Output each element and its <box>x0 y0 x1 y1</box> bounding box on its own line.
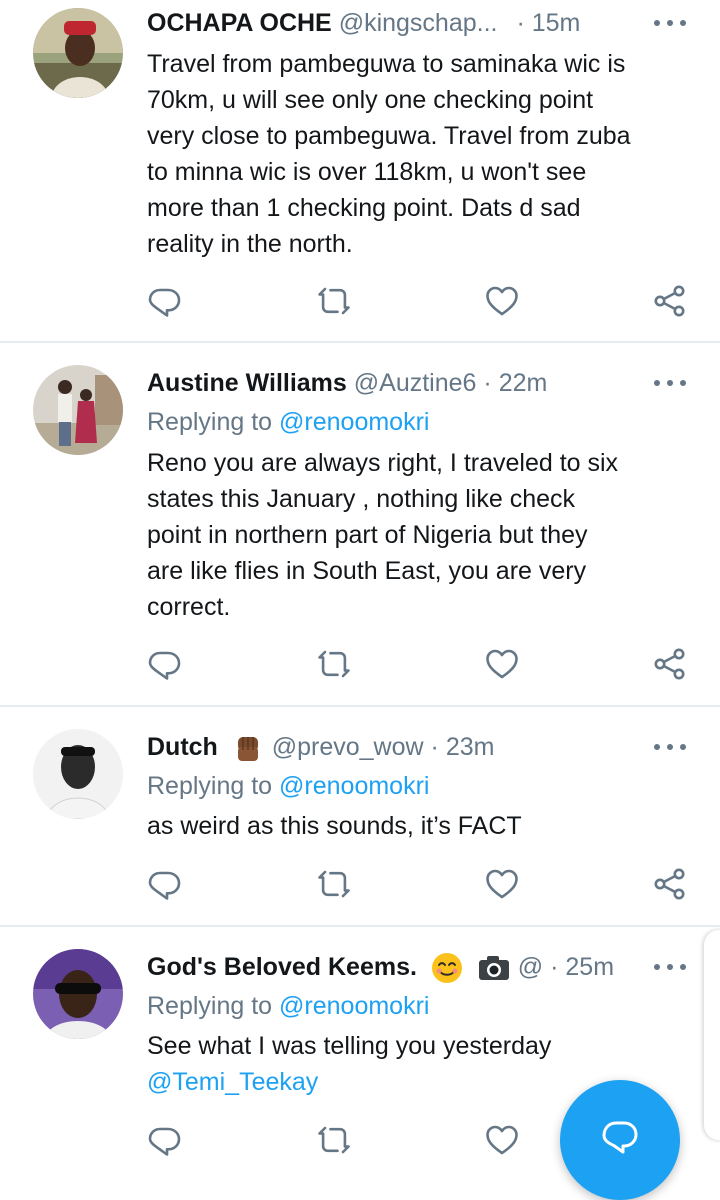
replying-to: Replying to @renoomokri <box>147 772 430 800</box>
tweet[interactable]: Austine Williams @Auztine6 · 22m Replyin… <box>0 364 720 704</box>
more-options-icon[interactable] <box>654 947 686 987</box>
divider <box>0 705 720 707</box>
mention-link[interactable]: @renoomokri <box>279 408 429 436</box>
author-handle[interactable]: @kingschap... <box>339 9 498 37</box>
share-icon[interactable] <box>652 283 688 319</box>
author-name[interactable]: God's Beloved Keems. <box>147 953 417 981</box>
reply-icon[interactable] <box>146 866 182 902</box>
tweet[interactable]: OCHAPA OCHE @kingschap... · 15m Travel f… <box>0 0 720 340</box>
author-handle[interactable]: @ <box>518 953 543 981</box>
timestamp[interactable]: 23m <box>446 733 495 761</box>
reply-icon[interactable] <box>146 646 182 682</box>
replying-to: Replying to @renoomokri <box>147 408 430 436</box>
heart-icon[interactable] <box>484 866 520 902</box>
retweet-icon[interactable] <box>316 283 352 319</box>
author-handle[interactable]: @prevo_wow <box>272 733 424 761</box>
more-options-icon[interactable] <box>654 727 686 767</box>
author-name[interactable]: OCHAPA OCHE <box>147 9 332 37</box>
more-options-icon[interactable] <box>654 363 686 403</box>
separator-dot: · <box>483 369 492 397</box>
avatar[interactable] <box>33 949 123 1039</box>
smiling-face-emoji <box>430 951 464 985</box>
mention-link[interactable]: @renoomokri <box>279 772 429 800</box>
author-handle[interactable]: @Auztine6 <box>354 369 477 397</box>
avatar[interactable] <box>33 365 123 455</box>
share-icon[interactable] <box>652 646 688 682</box>
replying-to: Replying to @renoomokri <box>147 992 430 1020</box>
avatar[interactable] <box>33 8 123 98</box>
tweet-text: as weird as this sounds, it’s FACT <box>147 812 522 840</box>
timestamp[interactable]: 22m <box>499 369 548 397</box>
separator-dot: · <box>550 953 559 981</box>
camera-emoji <box>477 951 511 985</box>
separator-dot: · <box>430 733 439 761</box>
retweet-icon[interactable] <box>316 646 352 682</box>
divider <box>0 341 720 343</box>
heart-icon[interactable] <box>484 1122 520 1158</box>
heart-icon[interactable] <box>484 283 520 319</box>
divider <box>0 925 720 927</box>
side-card <box>704 930 720 1140</box>
mention-link[interactable]: @renoomokri <box>279 992 429 1020</box>
heart-icon[interactable] <box>484 646 520 682</box>
compose-reply-icon <box>602 1121 638 1154</box>
reply-icon[interactable] <box>146 1122 182 1158</box>
raised-fist-emoji <box>231 731 265 765</box>
more-options-icon[interactable] <box>654 3 686 43</box>
reply-icon[interactable] <box>146 283 182 319</box>
compose-reply-button[interactable] <box>560 1080 680 1200</box>
tweet-text: Travel from pambeguwa to saminaka wic is… <box>147 50 631 258</box>
avatar[interactable] <box>33 729 123 819</box>
author-name[interactable]: Dutch <box>147 733 218 761</box>
tweet[interactable]: Dutch @prevo_wow · 23m Replying to @reno… <box>0 728 720 924</box>
share-icon[interactable] <box>652 866 688 902</box>
timestamp[interactable]: 25m <box>565 953 614 981</box>
author-name[interactable]: Austine Williams <box>147 369 347 397</box>
separator-dot: · <box>516 9 525 37</box>
retweet-icon[interactable] <box>316 866 352 902</box>
retweet-icon[interactable] <box>316 1122 352 1158</box>
timestamp[interactable]: 15m <box>532 9 581 37</box>
tweet-text: Reno you are always right, I traveled to… <box>147 449 619 621</box>
